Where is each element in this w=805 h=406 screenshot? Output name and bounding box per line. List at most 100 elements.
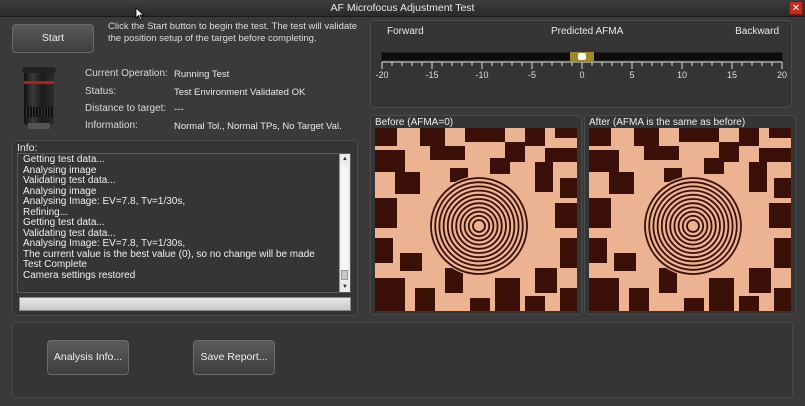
target-block	[535, 162, 553, 192]
target-block	[375, 198, 397, 228]
target-block	[560, 238, 577, 268]
target-block	[400, 253, 422, 271]
backward-label: Backward	[735, 26, 779, 37]
mouse-cursor-icon	[135, 7, 145, 21]
target-block	[430, 146, 465, 160]
information-value: Normal Tol., Normal TPs, No Target Val.	[174, 121, 342, 132]
afma-tick-label: 0	[579, 70, 585, 80]
target-block	[525, 296, 545, 311]
log-scrollbar[interactable]: ▲ ▼	[339, 154, 350, 292]
close-button[interactable]: ✕	[789, 1, 803, 15]
afma-tick-label: -10	[475, 70, 489, 80]
scroll-down-icon[interactable]: ▼	[340, 282, 350, 292]
log-line: Getting test data...	[23, 217, 105, 228]
target-block	[420, 128, 445, 146]
close-icon: ✕	[791, 3, 801, 14]
analysis-info-button[interactable]: Analysis Info...	[47, 340, 129, 375]
target-block	[769, 203, 791, 228]
scroll-track[interactable]	[341, 165, 348, 281]
target-block	[525, 128, 545, 146]
afma-bar	[381, 52, 783, 61]
scroll-thumb[interactable]	[341, 270, 348, 280]
before-target-image	[375, 128, 577, 311]
predicted-afma-label: Predicted AFMA	[551, 26, 624, 37]
after-title: After (AFMA is the same as before)	[589, 117, 746, 128]
target-block	[644, 146, 679, 160]
target-block	[589, 128, 611, 146]
target-block	[589, 150, 619, 172]
target-block	[375, 238, 393, 263]
target-block	[589, 278, 619, 311]
target-block	[769, 128, 791, 138]
current-operation-label: Current Operation:	[85, 68, 168, 79]
log-line: Getting test data...	[23, 154, 105, 165]
target-block	[774, 288, 791, 311]
distance-value: ---	[174, 104, 184, 115]
info-log[interactable]: Getting test data... Analysing image Valid…	[17, 153, 351, 293]
start-button[interactable]: Start	[12, 24, 94, 53]
log-line: Analysing Image: EV=7.8, Tv=1/30s,	[23, 238, 186, 249]
target-block	[589, 238, 607, 263]
target-block	[375, 128, 397, 146]
target-block	[629, 288, 649, 311]
target-block	[614, 253, 636, 271]
target-block	[589, 198, 611, 228]
forward-label: Forward	[387, 26, 424, 37]
save-report-button[interactable]: Save Report...	[193, 340, 275, 375]
afma-tick-label: -5	[527, 70, 537, 80]
target-block	[759, 148, 791, 162]
target-block	[495, 278, 520, 311]
log-line: Analysing Image: EV=7.8, Tv=1/30s,	[23, 196, 186, 207]
target-block	[684, 298, 704, 311]
afma-tick-label: -20	[375, 70, 389, 80]
instructions-text: Click the Start button to begin the test…	[108, 21, 358, 44]
target-block	[535, 268, 557, 293]
camera-lens-icon	[20, 67, 58, 129]
status-value: Test Environment Validated OK	[174, 87, 306, 98]
target-block	[709, 278, 734, 311]
afma-indicator-icon	[578, 53, 586, 60]
log-line: Camera settings restored	[23, 269, 136, 281]
target-block	[609, 172, 634, 194]
target-block	[375, 150, 405, 172]
after-target-image	[589, 128, 791, 311]
target-block	[375, 278, 405, 311]
before-title: Before (AFMA=0)	[375, 117, 454, 128]
log-line: Test Complete	[23, 259, 87, 270]
progress-bar	[19, 297, 351, 311]
scroll-up-icon[interactable]: ▲	[340, 154, 350, 164]
target-block	[395, 172, 420, 194]
target-block	[490, 158, 510, 174]
afma-tick-label: 20	[776, 70, 788, 80]
target-block	[555, 128, 577, 138]
current-operation-value: Running Test	[174, 69, 230, 80]
target-block	[774, 178, 791, 198]
target-block	[555, 203, 577, 228]
window-title: AF Microfocus Adjustment Test	[330, 2, 475, 14]
target-block	[470, 298, 490, 311]
afma-panel: Forward Predicted AFMA Backward -20 -15 -1…	[370, 20, 792, 108]
target-block	[739, 128, 759, 146]
distance-label: Distance to target:	[85, 103, 167, 114]
title-bar: AF Microfocus Adjustment Test	[0, 0, 805, 17]
target-block	[774, 238, 791, 268]
after-panel: After (AFMA is the same as before)	[584, 115, 796, 315]
information-label: Information:	[85, 120, 138, 131]
target-block	[739, 296, 759, 311]
before-panel: Before (AFMA=0)	[370, 115, 582, 315]
log-line: Validating test data...	[23, 175, 116, 186]
target-block	[415, 288, 435, 311]
afma-marker	[570, 52, 594, 61]
target-block	[465, 128, 505, 142]
target-block	[749, 162, 767, 192]
target-block	[634, 128, 659, 146]
target-block	[560, 288, 577, 311]
info-panel: Info: Getting test data... Analysing imag…	[12, 140, 358, 316]
target-block	[545, 148, 577, 162]
afma-tick-label: -15	[425, 70, 439, 80]
afma-tick-label: 5	[629, 70, 635, 80]
afma-tick-label: 10	[676, 70, 688, 80]
target-block	[704, 158, 724, 174]
afma-tick-label: 15	[726, 70, 738, 80]
bottom-panel: Analysis Info... Save Report...	[12, 322, 793, 398]
